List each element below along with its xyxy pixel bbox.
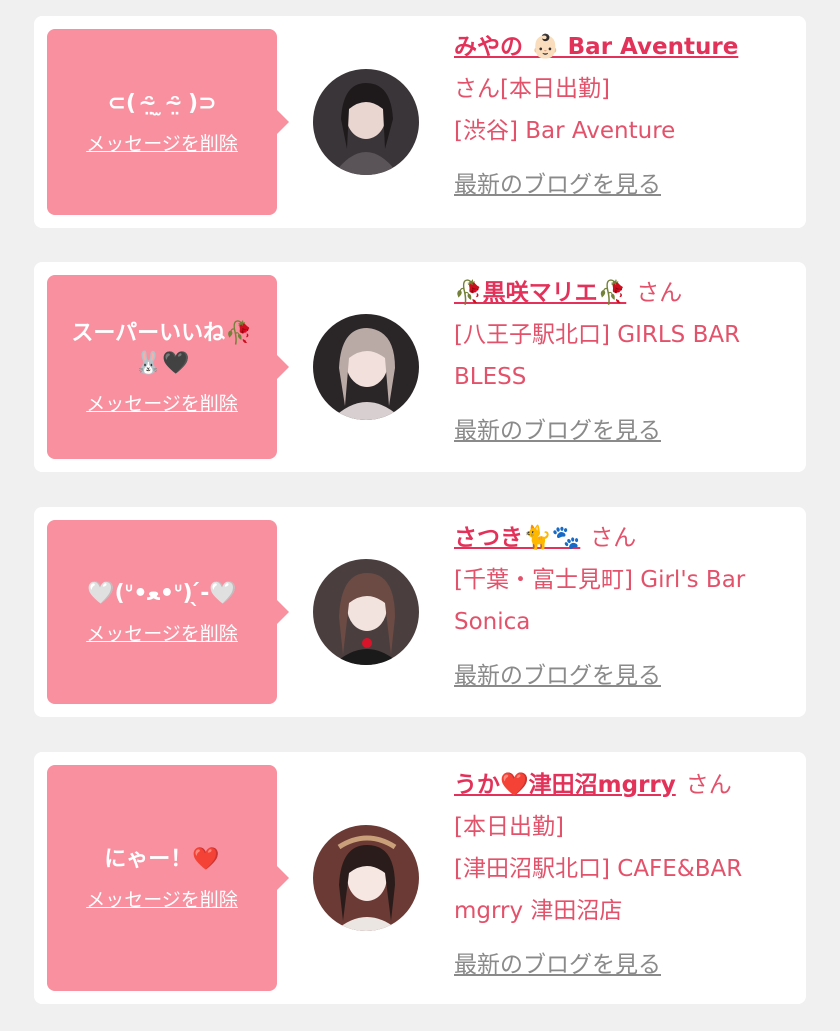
avatar[interactable]	[313, 69, 419, 175]
message-bubble: 🤍(ᐡ•ﻌ•ᐡ) ̖́-🤍 メッセージを削除	[47, 520, 289, 704]
avatar[interactable]	[313, 825, 419, 931]
avatar[interactable]	[313, 559, 419, 665]
latest-blog-link[interactable]: 最新のブログを見る	[454, 663, 661, 689]
honorific: さん	[685, 772, 732, 798]
avatar[interactable]	[313, 314, 419, 420]
message-text: 🤍(ᐡ•ﻌ•ᐡ) ̖́-🤍	[87, 580, 237, 606]
cast-info: うか❤️津田沼mgrry さん [本日出勤] [津田沼駅北口] CAFE&BAR …	[454, 764, 794, 986]
cast-name-link[interactable]: みやの 👶🏻 Bar Aventure	[454, 34, 738, 60]
shop-name: [八王子駅北口] GIRLS BAR BLESS	[454, 322, 741, 390]
message-bubble: スーパーいいね🥀🐰🖤 メッセージを削除	[47, 275, 289, 459]
message-bubble: にゃー！❤️ メッセージを削除	[47, 765, 289, 991]
message-text: にゃー！❤️	[104, 846, 220, 872]
latest-blog-link[interactable]: 最新のブログを見る	[454, 418, 661, 444]
delete-message-link[interactable]: メッセージを削除	[86, 389, 238, 416]
shop-name: [渋谷] Bar Aventure	[454, 118, 676, 144]
message-text: スーパーいいね🥀🐰🖤	[71, 320, 253, 376]
honorific: さん	[590, 525, 637, 551]
honorific: さん	[636, 280, 683, 306]
honorific-status: さん[本日出勤]	[454, 76, 610, 102]
cast-info: 🥀黒咲マリエ🥀 さん [八王子駅北口] GIRLS BAR BLESS 最新のブロ…	[454, 272, 794, 452]
cast-name-link[interactable]: さつき🐈🐾	[454, 525, 580, 551]
cast-info: さつき🐈🐾 さん [千葉・富士見町] Girl's Bar Sonica 最新のブ…	[454, 517, 794, 697]
shop-name: [津田沼駅北口] CAFE&BAR mgrry 津田沼店	[454, 856, 743, 924]
message-bubble: ⊂( ᵔ̴̤ ̫ ᵔ̴̤ )⊃ メッセージを削除	[47, 29, 289, 215]
cast-name-link[interactable]: うか❤️津田沼mgrry	[454, 772, 676, 798]
favorite-card: ⊂( ᵔ̴̤ ̫ ᵔ̴̤ )⊃ メッセージを削除 みやの 👶🏻 Bar Aven…	[34, 16, 806, 228]
cast-name-link[interactable]: 🥀黒咲マリエ🥀	[454, 280, 626, 306]
delete-message-link[interactable]: メッセージを削除	[86, 619, 238, 646]
cast-info: みやの 👶🏻 Bar Aventure さん[本日出勤] [渋谷] Bar Av…	[454, 26, 794, 206]
work-status: [本日出勤]	[454, 814, 564, 840]
favorite-card: にゃー！❤️ メッセージを削除 うか❤️津田沼mgrry さん [本日出勤] [津…	[34, 752, 806, 1004]
favorite-card: 🤍(ᐡ•ﻌ•ᐡ) ̖́-🤍 メッセージを削除 さつき🐈🐾 さん [千葉・富士見町]…	[34, 507, 806, 717]
latest-blog-link[interactable]: 最新のブログを見る	[454, 952, 661, 978]
latest-blog-link[interactable]: 最新のブログを見る	[454, 172, 661, 198]
delete-message-link[interactable]: メッセージを削除	[86, 885, 238, 912]
delete-message-link[interactable]: メッセージを削除	[86, 129, 238, 156]
shop-name: [千葉・富士見町] Girl's Bar Sonica	[454, 567, 746, 635]
favorite-card: スーパーいいね🥀🐰🖤 メッセージを削除 🥀黒咲マリエ🥀 さん [八王子駅北口] G…	[34, 262, 806, 472]
message-text: ⊂( ᵔ̴̤ ̫ ᵔ̴̤ )⊃	[107, 90, 217, 116]
